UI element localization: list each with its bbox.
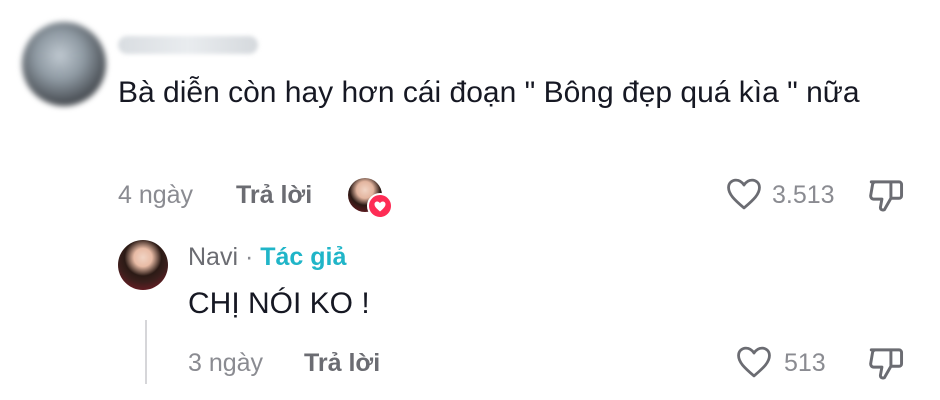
like-count: 3.513 [772,181,835,209]
author-name[interactable]: Navi [188,243,238,271]
commenter-username-blurred[interactable] [118,36,258,54]
creator-liked-heart-icon [367,193,393,219]
commenter-avatar[interactable] [22,22,106,106]
heart-outline-icon[interactable] [725,177,763,216]
separator-dot: · [244,243,254,271]
comment-timestamp: 4 ngày [118,181,194,209]
thumbs-down-icon[interactable] [866,177,906,218]
reply-timestamp: 3 ngày [188,349,264,377]
reply-like-count: 513 [784,349,826,377]
reply-text: CHỊ NÓI KO ! [188,287,370,320]
reply-reply-button[interactable]: Trả lời [304,349,380,378]
author-avatar[interactable] [118,240,168,290]
comment-text: Bà diễn còn hay hơn cái đoạn " Bông đẹp … [118,76,860,109]
heart-outline-icon[interactable] [735,345,773,384]
reply-header: Navi · Tác giả [188,243,346,272]
reply-thread-line [145,320,147,384]
author-badge: Tác giả [260,243,347,271]
reply-button[interactable]: Trả lời [236,181,312,210]
thumbs-down-icon[interactable] [866,345,906,386]
